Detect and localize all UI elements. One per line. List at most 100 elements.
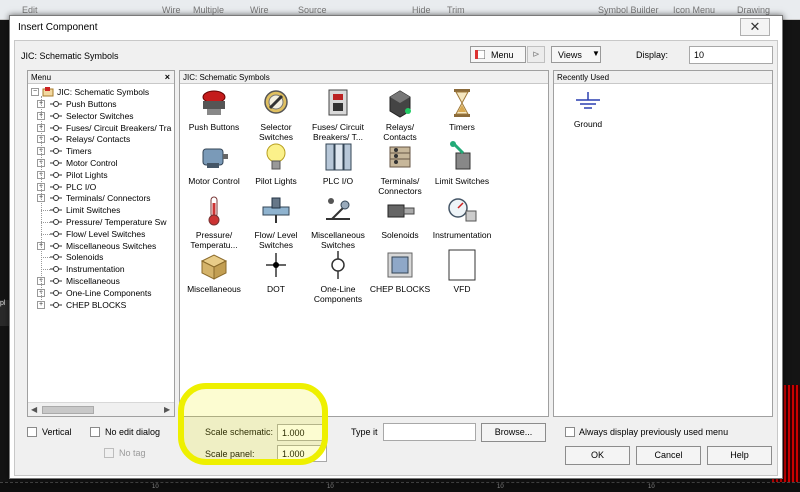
always-display-checkbox[interactable] bbox=[565, 427, 575, 437]
vertical-checkbox[interactable] bbox=[27, 427, 37, 437]
symbol-item[interactable]: Relays/ Contacts bbox=[368, 87, 432, 142]
tree-item[interactable]: Limit Switches bbox=[28, 204, 174, 216]
symbol-item[interactable]: Fuses/ Circuit Breakers/ T... bbox=[306, 87, 370, 142]
tree-item[interactable]: + Selector Switches bbox=[28, 110, 174, 122]
tree-root[interactable]: − JIC: Schematic Symbols bbox=[28, 86, 174, 98]
symbol-item[interactable]: Motor Control bbox=[182, 141, 246, 186]
menu-tree: − JIC: Schematic Symbols + Push Buttons + S… bbox=[28, 84, 174, 392]
dialog-title: Insert Component bbox=[18, 22, 98, 33]
tree-root-label: JIC: Schematic Symbols bbox=[57, 87, 150, 97]
scroll-left-icon[interactable]: ◀ bbox=[31, 405, 37, 414]
dialog-body: JIC: Schematic Symbols Menu ⊳ Views ▼ Di… bbox=[14, 40, 778, 476]
no-tag-checkbox[interactable] bbox=[104, 448, 114, 458]
tree-item[interactable]: Instrumentation bbox=[28, 263, 174, 275]
symbol-item-label: Miscellaneous bbox=[187, 284, 241, 294]
hourglass-icon bbox=[454, 89, 470, 117]
tree-item[interactable]: Flow/ Level Switches bbox=[28, 228, 174, 240]
tree-item-label: Miscellaneous Switches bbox=[66, 240, 157, 251]
symbol-item[interactable]: Push Buttons bbox=[182, 87, 246, 132]
symbol-item[interactable]: Miscellaneous Switches bbox=[306, 195, 370, 250]
type-it-input[interactable] bbox=[383, 423, 476, 441]
ok-button[interactable]: OK bbox=[565, 446, 630, 465]
views-button[interactable]: Views ▼ bbox=[551, 46, 601, 63]
selector-switch-icon bbox=[264, 90, 288, 114]
cancel-button[interactable]: Cancel bbox=[636, 446, 701, 465]
symbol-item[interactable]: Pilot Lights bbox=[244, 141, 308, 186]
recent-item-ground[interactable]: Ground bbox=[556, 88, 620, 129]
tree-item[interactable]: + Timers bbox=[28, 145, 174, 157]
display-count-input[interactable]: 10 bbox=[689, 46, 773, 64]
tree-item[interactable]: + Terminals/ Connectors bbox=[28, 192, 174, 204]
symbol-item[interactable]: PLC I/O bbox=[306, 141, 370, 186]
symbol-item[interactable]: DOT bbox=[244, 249, 308, 294]
ribbon-label: Trim bbox=[447, 5, 465, 15]
symbol-item[interactable]: VFD bbox=[430, 249, 494, 294]
browse-button[interactable]: Browse... bbox=[481, 423, 546, 442]
dot-icon bbox=[266, 253, 286, 277]
collapse-icon[interactable]: − bbox=[31, 88, 39, 96]
symbol-item-label: Timers bbox=[449, 122, 475, 132]
symbol-item[interactable]: Timers bbox=[430, 87, 494, 132]
tree-item-label: Flow/ Level Switches bbox=[66, 228, 146, 239]
tree-item-label: Timers bbox=[66, 146, 92, 157]
left-strip: pl bbox=[0, 300, 9, 326]
symbol-item[interactable]: Terminals/ Connectors bbox=[368, 141, 432, 196]
header-row: JIC: Schematic Symbols Menu ⊳ Views ▼ Di… bbox=[15, 41, 777, 69]
horizontal-scrollbar[interactable]: ◀ ▶ bbox=[28, 402, 174, 416]
close-button[interactable]: ✕ bbox=[740, 18, 770, 36]
tree-item-label: Relays/ Contacts bbox=[66, 134, 131, 145]
circuit-breaker-icon bbox=[328, 89, 348, 116]
recent-item-label: Ground bbox=[573, 119, 603, 129]
tree-item-icon bbox=[50, 242, 62, 249]
display-label: Display: bbox=[636, 50, 669, 60]
symbol-item[interactable]: Selector Switches bbox=[244, 87, 308, 142]
tree-item[interactable]: + Miscellaneous bbox=[28, 275, 174, 287]
ribbon-label: Source bbox=[298, 5, 327, 15]
tree-item-icon bbox=[50, 254, 62, 261]
tree-item[interactable]: Pressure/ Temperature Sw bbox=[28, 216, 174, 228]
symbol-item-label: Limit Switches bbox=[434, 176, 490, 186]
tree-item-label: Solenoids bbox=[66, 252, 104, 263]
ribbon-label: Wire bbox=[162, 5, 181, 15]
tree-item[interactable]: + PLC I/O bbox=[28, 181, 174, 193]
tree-item[interactable]: + Push Buttons bbox=[28, 98, 174, 110]
tree-item[interactable]: + Fuses/ Circuit Breakers/ Tra bbox=[28, 122, 174, 134]
menu-button[interactable]: Menu bbox=[470, 46, 526, 63]
ribbon-label: Edit bbox=[22, 5, 38, 15]
close-panel-icon[interactable]: × bbox=[165, 72, 170, 82]
terminal-icon bbox=[389, 146, 411, 168]
tree-item[interactable]: + Pilot Lights bbox=[28, 169, 174, 181]
symbol-item-label: Terminals/ Connectors bbox=[378, 176, 422, 196]
always-display-label: Always display previously used menu bbox=[579, 427, 729, 437]
symbol-item[interactable]: Miscellaneous bbox=[182, 249, 246, 294]
title-bar[interactable]: Insert Component ✕ bbox=[10, 16, 782, 40]
pin-icon[interactable]: ⊳ bbox=[527, 46, 545, 63]
symbol-item[interactable]: One-Line Components bbox=[306, 249, 370, 304]
symbol-item-label: Fuses/ Circuit Breakers/ T... bbox=[312, 122, 364, 142]
symbol-item[interactable]: Flow/ Level Switches bbox=[244, 195, 308, 250]
tree-item[interactable]: + Motor Control bbox=[28, 157, 174, 169]
recent-panel-title: Recently Used bbox=[557, 73, 610, 82]
scrollbar-thumb[interactable] bbox=[42, 406, 94, 414]
relay-icon bbox=[389, 90, 411, 118]
symbol-item[interactable]: Limit Switches bbox=[430, 141, 494, 186]
symbol-item[interactable]: Pressure/ Temperatu... bbox=[182, 195, 246, 250]
tree-item[interactable]: + CHEP BLOCKS bbox=[28, 299, 174, 311]
symbol-item[interactable]: CHEP BLOCKS bbox=[368, 249, 432, 294]
symbol-item-label: Instrumentation bbox=[432, 230, 492, 240]
tree-item[interactable]: + One-Line Components bbox=[28, 287, 174, 299]
no-edit-dialog-checkbox[interactable] bbox=[90, 427, 100, 437]
tree-item[interactable]: Solenoids bbox=[28, 251, 174, 263]
help-button[interactable]: Help bbox=[707, 446, 772, 465]
symbol-item[interactable]: Solenoids bbox=[368, 195, 432, 240]
tree-item-label: Miscellaneous bbox=[66, 276, 120, 286]
symbol-item-label: Pilot Lights bbox=[255, 176, 297, 186]
symbol-item[interactable]: Instrumentation bbox=[430, 195, 494, 240]
tree-item[interactable]: + Miscellaneous Switches bbox=[28, 240, 174, 252]
symbol-item-label: Selector Switches bbox=[258, 122, 293, 142]
tree-item[interactable]: + Relays/ Contacts bbox=[28, 133, 174, 145]
tree-item-label: Pressure/ Temperature Sw bbox=[66, 217, 167, 227]
scroll-right-icon[interactable]: ▶ bbox=[164, 405, 170, 414]
tree-item-label: Motor Control bbox=[66, 158, 118, 168]
no-tag-label: No tag bbox=[119, 448, 146, 458]
